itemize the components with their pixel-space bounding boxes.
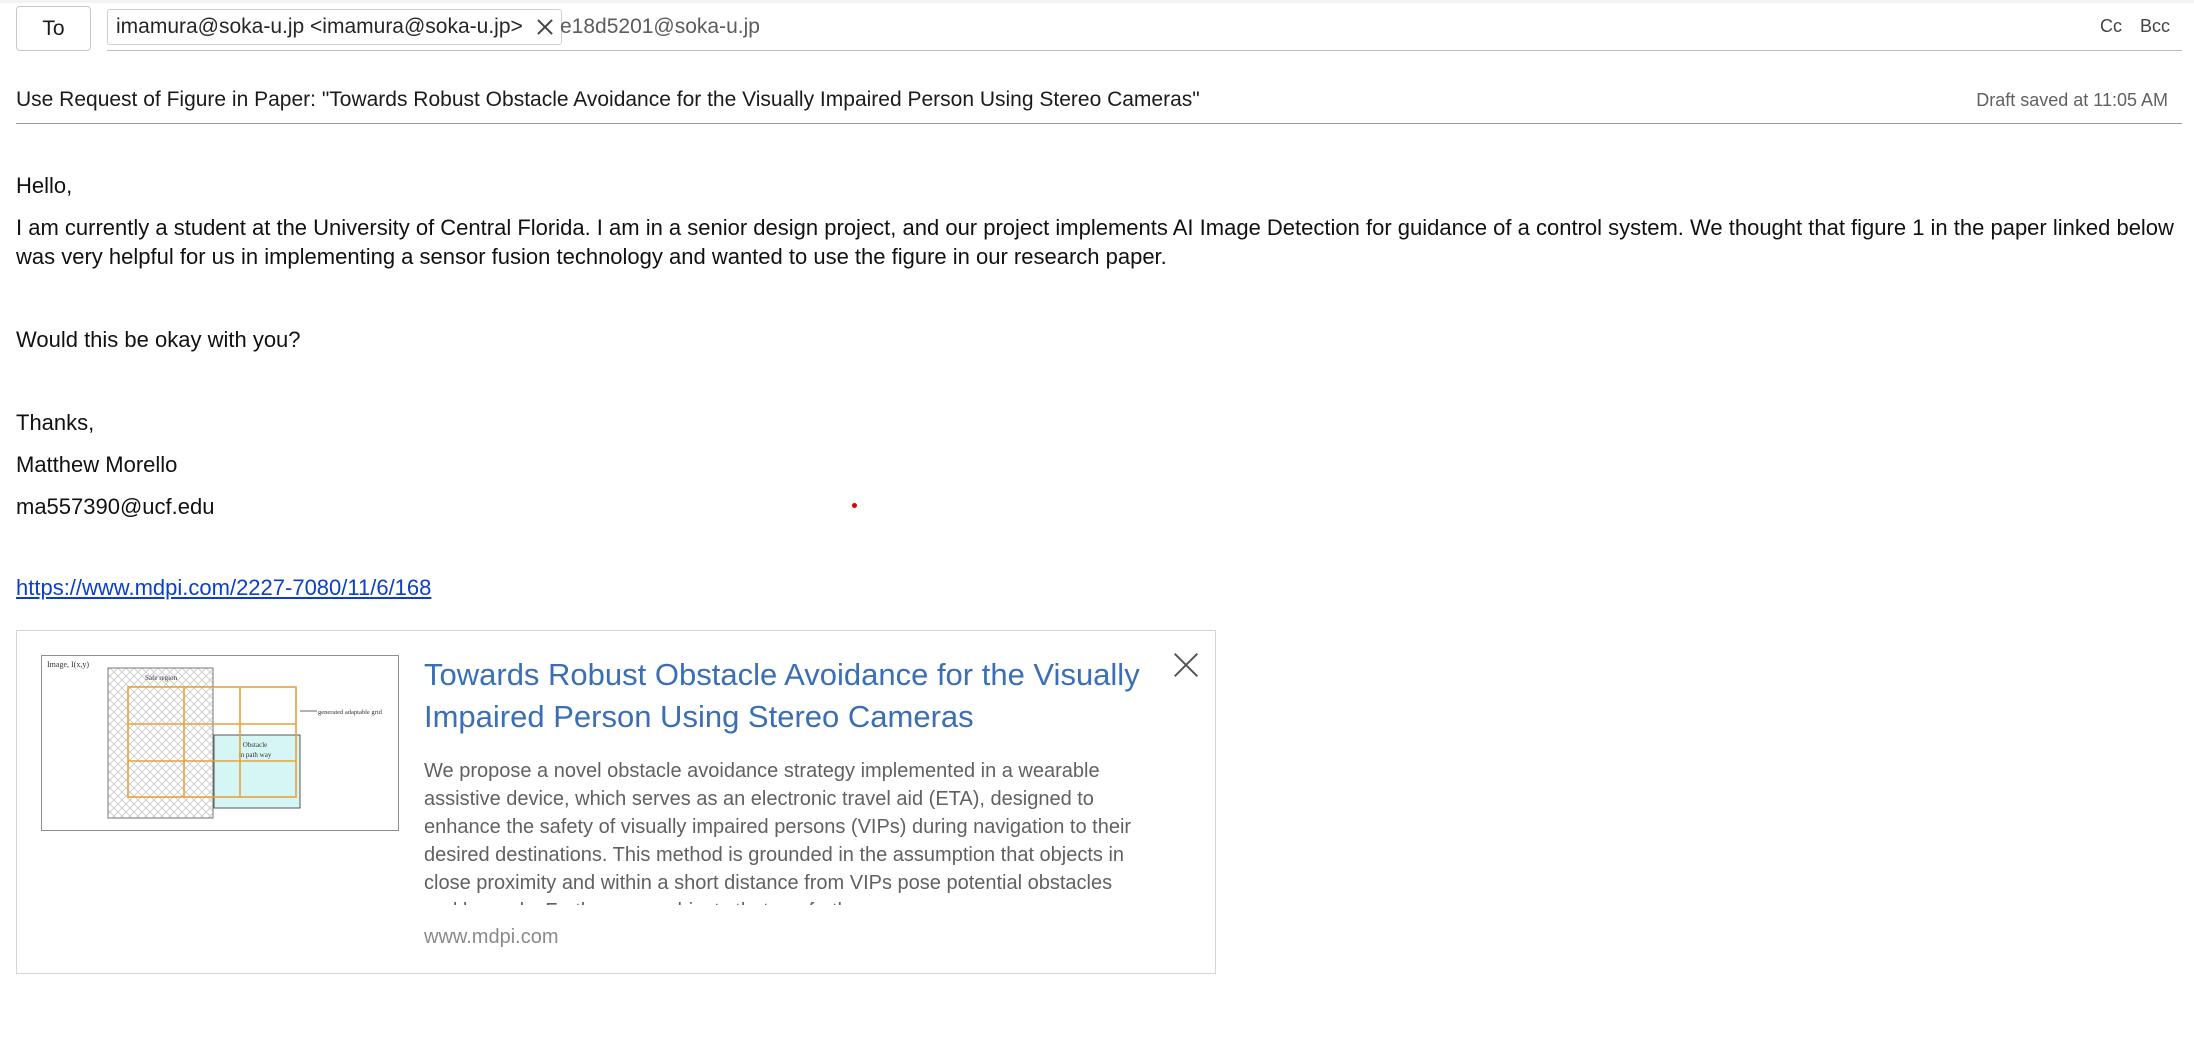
close-icon[interactable] bbox=[1172, 651, 1200, 679]
to-button[interactable]: To bbox=[16, 6, 91, 51]
cc-button[interactable]: Cc bbox=[2100, 16, 2122, 37]
recipient-input-text[interactable]: e18d5201@soka-u.jp bbox=[560, 15, 760, 39]
top-divider bbox=[0, 0, 2194, 3]
preview-thumbnail: Image, I(x,y) Safe region Obstacle in pa… bbox=[41, 655, 399, 831]
question[interactable]: Would this be okay with you? bbox=[16, 325, 301, 354]
preview-domain: www.mdpi.com bbox=[424, 926, 559, 948]
subject-field[interactable]: Use Request of Figure in Paper: "Towards… bbox=[16, 82, 2182, 124]
preview-title[interactable]: Towards Robust Obstacle Avoidance for th… bbox=[424, 654, 1144, 738]
recipient-chip-label: imamura@soka-u.jp <imamura@soka-u.jp> bbox=[116, 15, 523, 38]
subject-text[interactable]: Use Request of Figure in Paper: "Towards… bbox=[16, 88, 1200, 112]
paper-link[interactable]: https://www.mdpi.com/2227-7080/11/6/168 bbox=[16, 575, 431, 601]
link-preview-card[interactable]: Image, I(x,y) Safe region Obstacle in pa… bbox=[16, 630, 1216, 974]
greeting[interactable]: Hello, bbox=[16, 171, 72, 200]
recipient-field[interactable]: imamura@soka-u.jp <imamura@soka-u.jp> e1… bbox=[107, 4, 2182, 51]
recipient-chip[interactable]: imamura@soka-u.jp <imamura@soka-u.jp> bbox=[107, 9, 562, 45]
figure-safe-label: Safe region bbox=[145, 674, 178, 682]
signature-email[interactable]: ma557390@ucf.edu bbox=[16, 492, 214, 521]
figure-grid-label: generated adaptable grid bbox=[318, 709, 383, 716]
figure-obstacle-label-1: Obstacle bbox=[243, 741, 268, 749]
body-paragraph[interactable]: I am currently a student at the Universi… bbox=[16, 213, 2176, 271]
preview-description: We propose a novel obstacle avoidance st… bbox=[424, 760, 1132, 905]
closing[interactable]: Thanks, bbox=[16, 408, 94, 437]
close-icon[interactable] bbox=[535, 17, 555, 37]
figure-image-label: Image, I(x,y) bbox=[47, 660, 89, 669]
signature-name[interactable]: Matthew Morello bbox=[16, 450, 177, 479]
cursor-dot bbox=[852, 503, 857, 508]
bcc-button[interactable]: Bcc bbox=[2140, 16, 2170, 37]
draft-status: Draft saved at 11:05 AM bbox=[1976, 90, 2168, 110]
figure-obstacle-label-2: in path way bbox=[239, 751, 272, 759]
